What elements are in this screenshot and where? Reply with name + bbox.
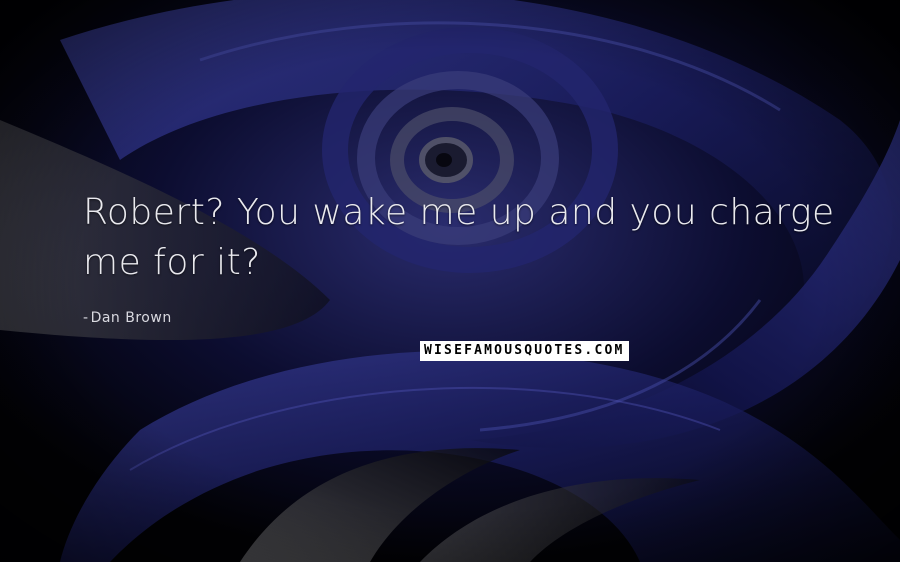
quote-card: Robert? You wake me up and you charge me… [0, 0, 900, 562]
author-dash: - [83, 310, 89, 326]
author-name: Dan Brown [90, 310, 172, 326]
quote-text: Robert? You wake me up and you charge me… [83, 192, 835, 283]
quote-author: - Dan Brown [83, 310, 172, 326]
watermark-logo: WISEFAMOUSQUOTES.COM [420, 341, 629, 361]
